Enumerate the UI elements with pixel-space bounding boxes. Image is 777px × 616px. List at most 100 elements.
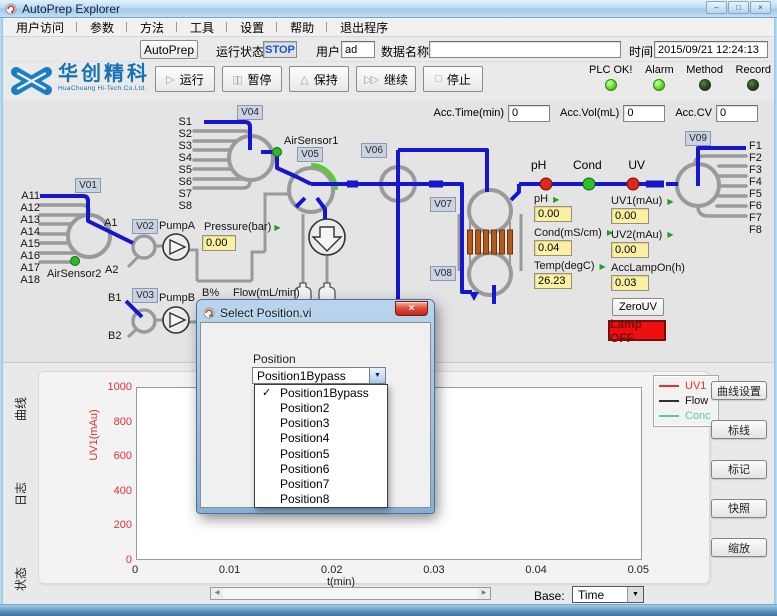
menu-item[interactable]: 退出程序 [327, 18, 401, 36]
x-axis-ticks: 00.010.020.030.040.05 [132, 564, 649, 576]
position-option[interactable]: Position6 [255, 461, 387, 476]
port-label: F3 [749, 164, 773, 176]
ph-sensor-dot [540, 178, 552, 190]
status-indicator: PLC OK! [589, 64, 632, 91]
position-combobox[interactable]: Position1Bypass ▼ [252, 367, 386, 384]
readout: pH▶ 0.00 [534, 193, 614, 222]
position-option[interactable]: Position8 [255, 492, 387, 507]
port-b2-label: B2 [108, 330, 121, 342]
run-control-button[interactable]: ▷ 运行 [155, 66, 215, 92]
inline-sensor-label: UV [628, 158, 645, 172]
position-option[interactable]: Position4 [255, 431, 387, 446]
dialog-body: Position Position1Bypass ▼ ✓ Position1By… [200, 322, 431, 508]
valve-label-v01: V01 [75, 178, 101, 193]
combobox-dropdown-icon[interactable]: ▼ [370, 367, 386, 384]
readout-value[interactable]: 26.23 [534, 273, 572, 289]
chart-button[interactable]: 曲线设置 [711, 381, 767, 400]
pump-a-label: PumpA [159, 220, 195, 232]
status-indicator: Alarm [645, 64, 674, 91]
position-option[interactable]: Position7 [255, 477, 387, 492]
chart-button[interactable]: 标记 [711, 460, 767, 479]
x-tick: 0.01 [219, 564, 240, 576]
readouts-left: pH▶ 0.00 Cond(mS/cm)▶ 0.04 Temp(degC)▶ 2… [534, 193, 614, 289]
inline-sensor-label: pH [531, 158, 546, 172]
y-tick: 800 [114, 416, 132, 428]
valve-v08[interactable] [469, 253, 511, 295]
run-status-label: 运行状态 [216, 43, 264, 60]
chevron-down-icon: ▼ [627, 587, 643, 602]
port-label: F8 [749, 224, 773, 236]
base-dropdown[interactable]: Time ▼ [572, 586, 644, 603]
side-tab[interactable]: 日志 [5, 479, 35, 509]
position-option[interactable]: Position3 [255, 416, 387, 431]
readout-value[interactable]: 0.03 [611, 275, 649, 291]
pump-a[interactable] [163, 234, 189, 260]
window-border-bottom [0, 604, 777, 616]
brand-name-en: HuaChuang Hi-Tech.Co.Ltd. [58, 85, 150, 92]
autoprep-button[interactable]: AutoPrep [140, 40, 198, 59]
status-indicator: Record [736, 64, 771, 91]
pressure-value[interactable]: 0.00 [202, 235, 236, 251]
side-tab[interactable]: 曲线 [5, 394, 35, 424]
valve-v07[interactable] [469, 190, 511, 232]
inline-sensor-labels: pHCondUV [531, 158, 645, 172]
chart-scrollbar[interactable]: ◀ ▶ [210, 587, 491, 600]
menu-item[interactable]: 工具 [177, 18, 227, 36]
user-input[interactable] [341, 41, 375, 58]
toolbar: AutoPrep 运行状态 STOP 用户 数据名称 时间 [3, 37, 774, 62]
side-tab[interactable]: 状态 [5, 564, 35, 594]
mixer-pump-down-arrow[interactable] [309, 219, 345, 255]
pump-b[interactable] [163, 307, 189, 333]
chart-button[interactable]: 标线 [711, 420, 767, 439]
local-variable-arrow-icon: ▶ [274, 223, 280, 232]
valve-label-v06: V06 [361, 143, 387, 158]
chart-legend: UV1 Flow Conc [653, 375, 719, 427]
valve-label-v03: V03 [132, 288, 158, 303]
chart-buttons: 曲线设置标线标记快照缩放 [711, 381, 767, 557]
close-button[interactable]: × [750, 1, 771, 14]
run-control-button[interactable]: △ 保持 [289, 66, 349, 92]
port-label: S6 [179, 176, 192, 188]
play-icon: ▷ [166, 73, 172, 86]
pump-b-label: PumpB [159, 292, 195, 304]
scroll-right-icon[interactable]: ▶ [478, 588, 490, 599]
valve-v02[interactable] [133, 236, 155, 258]
readout: Temp(degC)▶ 26.23 [534, 260, 614, 289]
position-option[interactable]: Position5 [255, 446, 387, 461]
title-bar[interactable]: AutoPrep Explorer – □ × [0, 0, 777, 18]
readout-value[interactable]: 0.00 [611, 242, 649, 258]
scroll-left-icon[interactable]: ◀ [211, 588, 223, 599]
base-label: Base: [534, 589, 565, 603]
readout-value[interactable]: 0.00 [534, 206, 572, 222]
menu-item[interactable]: 设置 [227, 18, 277, 36]
readout-value[interactable]: 0.04 [534, 240, 572, 256]
y-tick: 1000 [108, 381, 132, 393]
menu-bar: 用户访问参数方法工具设置帮助退出程序 [3, 18, 774, 37]
lamp-off-button[interactable]: Lamp OFF [608, 320, 666, 341]
menu-item[interactable]: 参数 [77, 18, 127, 36]
menu-item[interactable]: 帮助 [277, 18, 327, 36]
dialog-close-button[interactable]: × [395, 301, 428, 316]
menu-item[interactable]: 用户访问 [3, 18, 77, 36]
port-label: S5 [179, 164, 192, 176]
port-label: S8 [179, 200, 192, 212]
dataname-input[interactable] [429, 41, 621, 58]
hold-icon: △ [300, 73, 306, 86]
readouts-right: UV1(mAu)▶ 0.00 UV2(mAu)▶ 0.00 AccLampOn(… [611, 195, 695, 291]
readout-value[interactable]: 0.00 [611, 208, 649, 224]
menu-item[interactable]: 方法 [127, 18, 177, 36]
position-option[interactable]: ✓ Position1Bypass [255, 385, 387, 400]
position-option[interactable]: Position2 [255, 400, 387, 415]
flask-icons [295, 283, 335, 300]
dialog-title: Select Position.vi [220, 306, 311, 320]
brand-name-cn: 华创精科 [58, 63, 150, 85]
minimize-button[interactable]: – [706, 1, 727, 14]
run-control-button[interactable]: ▷▷ 继续 [356, 66, 416, 92]
run-control-button[interactable]: □ 停止 [423, 66, 483, 92]
zero-uv-button[interactable]: ZeroUV [612, 298, 664, 316]
port-label: S7 [179, 188, 192, 200]
chart-button[interactable]: 快照 [711, 499, 767, 518]
chart-button[interactable]: 缩放 [711, 538, 767, 557]
run-control-button[interactable]: ▯▯ 暂停 [222, 66, 282, 92]
maximize-button[interactable]: □ [728, 1, 749, 14]
